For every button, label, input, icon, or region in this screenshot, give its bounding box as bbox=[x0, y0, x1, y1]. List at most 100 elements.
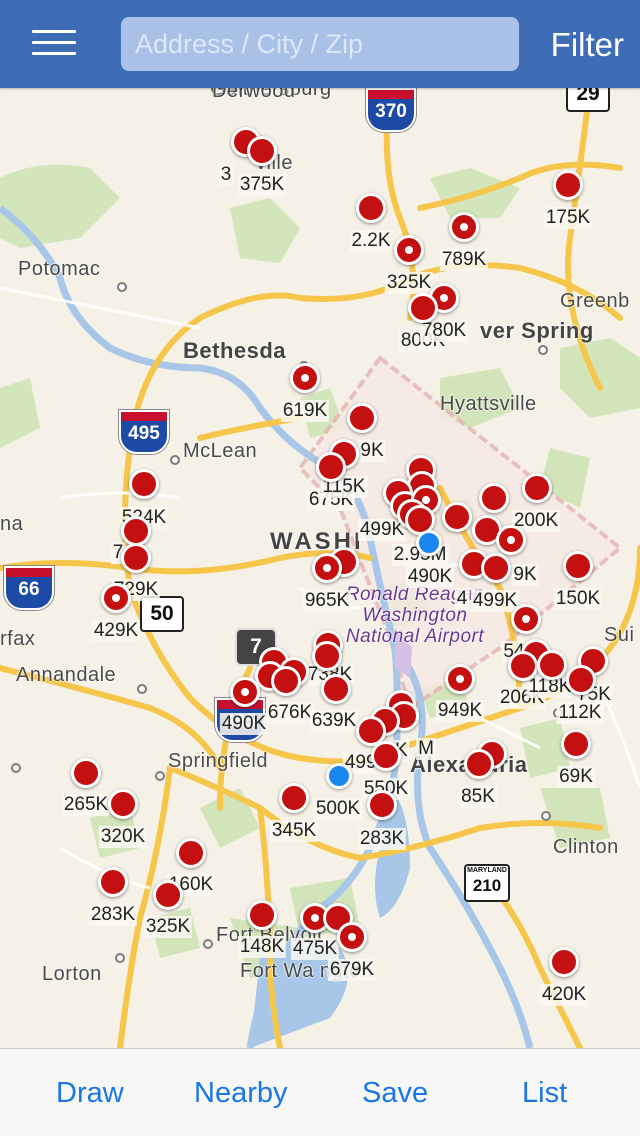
place-label-annandale: Annandale bbox=[16, 664, 117, 686]
property-pin-icon[interactable] bbox=[549, 947, 579, 977]
list-button[interactable]: List bbox=[522, 1077, 567, 1110]
property-pin-icon[interactable] bbox=[371, 741, 401, 771]
property-pin-icon[interactable] bbox=[408, 293, 438, 323]
location-dot-icon[interactable] bbox=[326, 763, 352, 789]
property-pin-icon[interactable] bbox=[563, 551, 593, 581]
price-label: 965K bbox=[302, 590, 352, 612]
place-label-mclean: McLean bbox=[183, 440, 258, 462]
price-label: 175K bbox=[543, 207, 593, 229]
property-pin-icon[interactable] bbox=[108, 789, 138, 819]
price-label: 150K bbox=[553, 588, 603, 610]
property-pin-icon[interactable] bbox=[479, 483, 509, 513]
price-label: 325K bbox=[384, 272, 434, 294]
property-pin-icon[interactable] bbox=[464, 749, 494, 779]
property-pin-icon[interactable] bbox=[279, 783, 309, 813]
property-pin-icon[interactable] bbox=[511, 604, 541, 634]
top-bar: Filter bbox=[0, 0, 640, 88]
location-dot-icon[interactable] bbox=[416, 530, 442, 556]
property-pin-icon[interactable] bbox=[71, 758, 101, 788]
property-pin-icon[interactable] bbox=[312, 553, 342, 583]
price-label: 949K bbox=[435, 700, 485, 722]
property-pin-icon[interactable] bbox=[101, 583, 131, 613]
town-marker bbox=[137, 684, 147, 694]
price-label: 780K bbox=[419, 320, 469, 342]
place-label-derwood: Derwood bbox=[212, 88, 296, 102]
price-label: 789K bbox=[439, 249, 489, 271]
price-label: 619K bbox=[280, 400, 330, 422]
property-pin-icon[interactable] bbox=[121, 516, 151, 546]
property-pin-icon[interactable] bbox=[312, 641, 342, 671]
property-pin-icon[interactable] bbox=[566, 665, 596, 695]
town-marker bbox=[203, 939, 213, 949]
place-label-springfield: Springfield bbox=[168, 750, 269, 772]
price-label: 429K bbox=[91, 620, 141, 642]
property-pin-icon[interactable] bbox=[394, 235, 424, 265]
price-label: 420K bbox=[539, 984, 589, 1006]
property-pin-icon[interactable] bbox=[230, 677, 260, 707]
save-button[interactable]: Save bbox=[362, 1077, 428, 1110]
hamburger-menu-icon[interactable] bbox=[30, 26, 78, 60]
route-shield-370: 370 bbox=[366, 88, 416, 132]
property-pin-icon[interactable] bbox=[321, 674, 351, 704]
search-input[interactable] bbox=[121, 17, 519, 71]
property-pin-icon[interactable] bbox=[449, 212, 479, 242]
route-shield-495-north: 495 bbox=[119, 410, 169, 454]
property-pin-icon[interactable] bbox=[367, 790, 397, 820]
price-label: 499K bbox=[470, 590, 520, 612]
property-pin-icon[interactable] bbox=[176, 838, 206, 868]
map-view[interactable]: Gaithersburg Derwood Potomac Bethesda Mc… bbox=[0, 88, 640, 1048]
route-shield-210: 210 bbox=[464, 864, 510, 902]
property-pin-icon[interactable] bbox=[445, 664, 475, 694]
property-pin-icon[interactable] bbox=[271, 666, 301, 696]
town-marker bbox=[155, 771, 165, 781]
property-pin-icon[interactable] bbox=[290, 363, 320, 393]
price-label: 325K bbox=[143, 916, 193, 938]
price-label: 69K bbox=[557, 766, 595, 788]
place-label-na: na bbox=[0, 513, 24, 535]
property-pin-icon[interactable] bbox=[316, 452, 346, 482]
place-label-greenbelt: Greenb bbox=[560, 290, 630, 312]
town-marker bbox=[115, 953, 125, 963]
price-label: 85K bbox=[459, 786, 497, 808]
price-label: 9K bbox=[511, 564, 539, 586]
property-pin-icon[interactable] bbox=[247, 136, 277, 166]
property-pin-icon[interactable] bbox=[337, 922, 367, 952]
property-pin-icon[interactable] bbox=[442, 502, 472, 532]
town-marker bbox=[117, 282, 127, 292]
place-label-suitland: Sui bbox=[604, 624, 635, 646]
price-label: 375K bbox=[237, 174, 287, 196]
price-label: 2.2K bbox=[349, 230, 393, 252]
price-label: 320K bbox=[98, 826, 148, 848]
property-pin-icon[interactable] bbox=[553, 170, 583, 200]
place-label-clinton: Clinton bbox=[553, 836, 619, 858]
place-label-potomac: Potomac bbox=[18, 258, 101, 280]
property-pin-icon[interactable] bbox=[508, 651, 538, 681]
app-window: Filter bbox=[0, 0, 640, 1136]
property-pin-icon[interactable] bbox=[356, 193, 386, 223]
price-label: 676K bbox=[265, 702, 315, 724]
property-pin-icon[interactable] bbox=[496, 525, 526, 555]
property-pin-icon[interactable] bbox=[121, 543, 151, 573]
price-label: 4 bbox=[454, 588, 470, 610]
price-label: 639K bbox=[309, 710, 359, 732]
price-label: 679K bbox=[327, 959, 377, 981]
nearby-button[interactable]: Nearby bbox=[194, 1077, 288, 1110]
property-pin-icon[interactable] bbox=[347, 403, 377, 433]
draw-button[interactable]: Draw bbox=[56, 1077, 124, 1110]
property-pin-icon[interactable] bbox=[561, 729, 591, 759]
property-pin-icon[interactable] bbox=[522, 473, 552, 503]
property-pin-icon[interactable] bbox=[98, 867, 128, 897]
property-pin-icon[interactable] bbox=[537, 650, 567, 680]
price-label: 283K bbox=[88, 904, 138, 926]
property-pin-icon[interactable] bbox=[153, 880, 183, 910]
price-label: 9K bbox=[358, 440, 386, 462]
property-pin-icon[interactable] bbox=[247, 900, 277, 930]
price-label: 490K bbox=[405, 566, 455, 588]
price-label: 283K bbox=[357, 828, 407, 850]
price-label: 265K bbox=[61, 794, 111, 816]
price-label: 345K bbox=[269, 820, 319, 842]
property-pin-icon[interactable] bbox=[481, 553, 511, 583]
town-marker bbox=[538, 345, 548, 355]
filter-button[interactable]: Filter bbox=[551, 26, 624, 64]
property-pin-icon[interactable] bbox=[129, 469, 159, 499]
